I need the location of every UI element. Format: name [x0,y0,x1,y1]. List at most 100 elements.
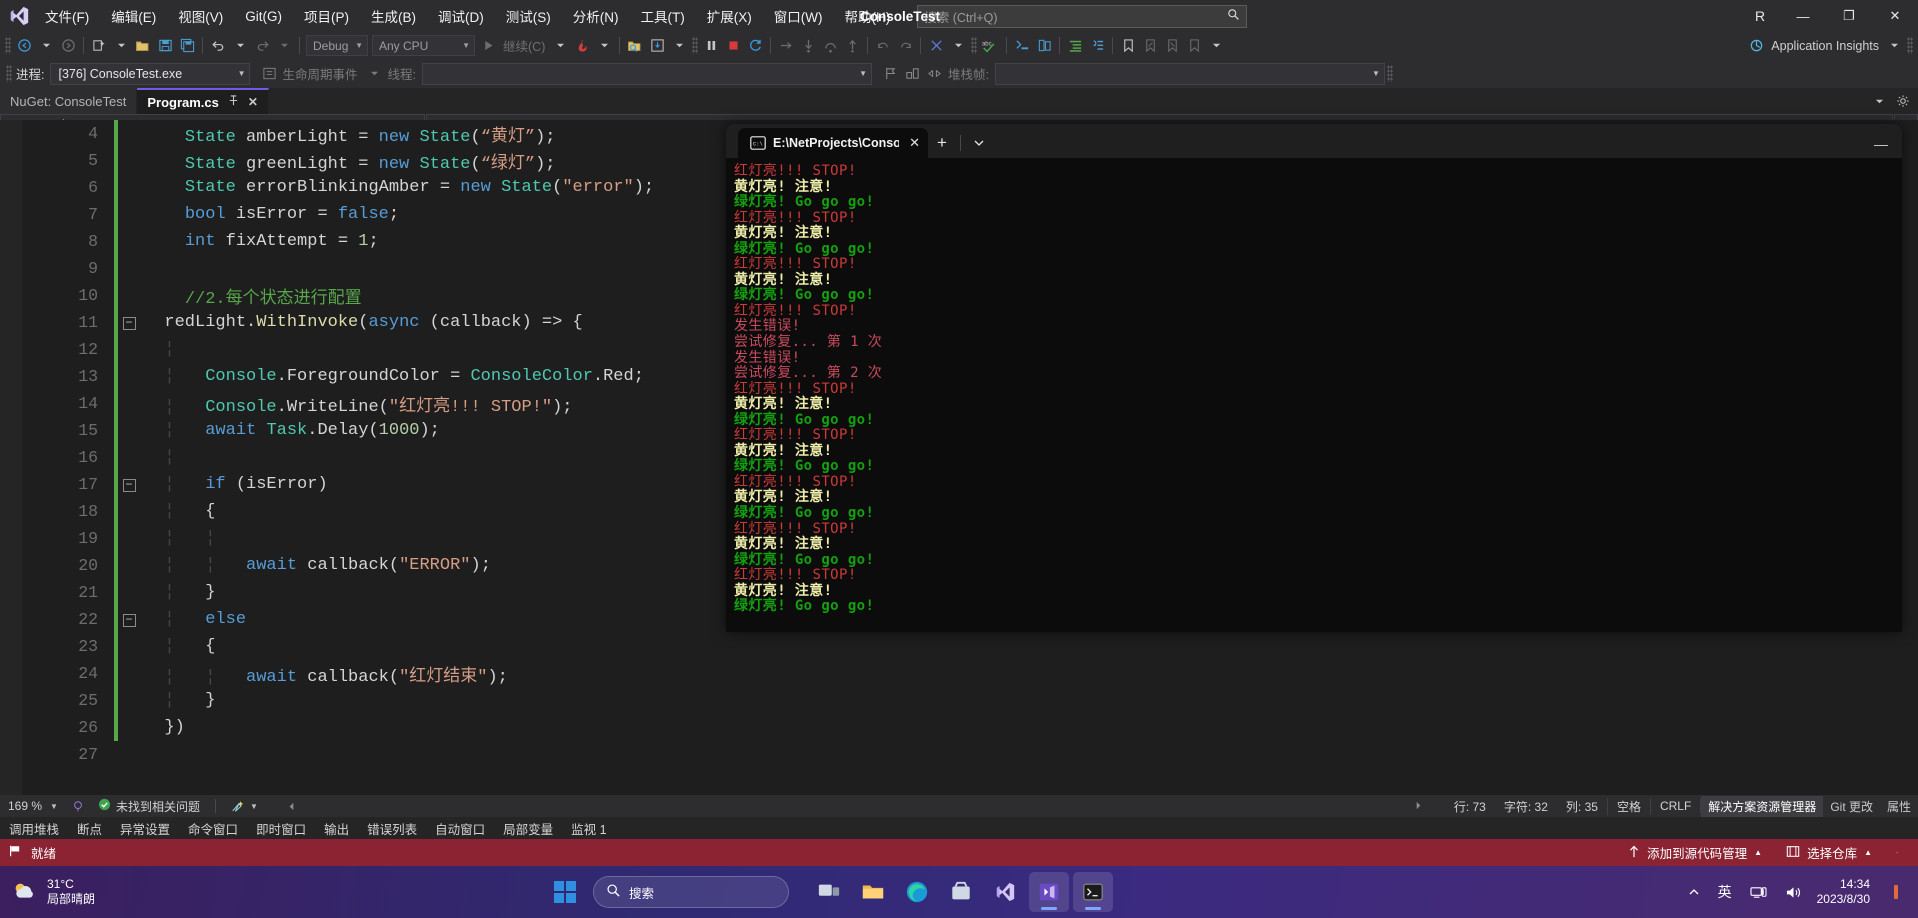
decrease-indent-icon[interactable] [1086,35,1108,57]
step-out-icon[interactable] [841,35,863,57]
menu-debug[interactable]: 调试(D) [427,0,495,32]
code-text[interactable]: State errorBlinkingAmber = new State(″er… [140,178,654,197]
zoom-level-select[interactable]: 169 % ▼ [0,799,58,813]
toolbar-overflow-icon[interactable] [1205,35,1227,57]
code-text[interactable]: ¦ else [140,610,246,629]
taskbar-app-edge-icon[interactable] [897,872,937,912]
code-text[interactable]: ¦ ¦ await callback(″红灯结束″); [140,661,508,687]
thread-select[interactable]: ▼ [421,62,872,85]
redo-dropdown-icon[interactable] [273,35,295,57]
flag-thread-icon[interactable] [880,63,902,85]
code-text[interactable]: ¦ if (isError) [140,475,327,494]
new-terminal-tab-icon[interactable]: + [928,128,956,158]
tray-expand-icon[interactable] [1679,872,1709,912]
tool-window-tab-7[interactable]: 自动窗口 [426,819,494,838]
toolbar-grip[interactable] [1907,37,1913,54]
tool-window-tab-2[interactable]: 异常设置 [111,819,179,838]
code-line[interactable]: 23 ¦ { [0,633,1918,660]
terminal-tab[interactable]: C:\ E:\NetProjects\ConsoleTest\C ✕ [738,128,928,158]
tab-program-cs[interactable]: Program.cs ✕ [137,88,269,114]
close-tab-icon[interactable]: ✕ [248,95,258,109]
tool-window-tab-0[interactable]: 调用堆栈 [0,819,68,838]
terminal-minimize-icon[interactable]: — [1874,136,1888,152]
toolbar-grip[interactable] [6,65,12,82]
code-line[interactable]: 24 ¦ ¦ await callback(″红灯结束″); [0,660,1918,687]
code-text[interactable]: ¦ Console.ForegroundColor = ConsoleColor… [140,367,644,386]
fold-toggle-icon[interactable]: − [118,477,140,492]
taskbar-app-terminal-icon[interactable] [1073,872,1113,912]
notification-center-icon[interactable] [1880,872,1912,912]
code-text[interactable]: bool isError = false; [140,205,399,224]
ime-language-indicator[interactable]: 英 [1709,872,1741,912]
terminal-output[interactable]: 红灯亮!!! STOP! 黄灯亮! 注意! 绿灯亮! Go go go! 红灯亮!!!… [726,158,1902,615]
editor-vertical-scrollbar[interactable] [1902,120,1918,795]
code-text[interactable]: redLight.WithInvoke(async (callback) => … [140,313,582,332]
step-into-icon[interactable] [797,35,819,57]
code-text[interactable]: ¦ Console.WriteLine(″红灯亮!!! STOP!″); [140,391,572,417]
toolbar-grip[interactable] [692,37,699,54]
platform-select[interactable]: Any CPU ▼ [372,35,475,56]
stackframe-select[interactable]: ▼ [994,62,1385,85]
pin-tab-icon[interactable] [228,95,239,109]
increase-indent-icon[interactable] [1064,35,1086,57]
restart-icon[interactable] [744,35,766,57]
navigate-backward-icon[interactable] [13,35,35,57]
code-text[interactable]: ¦ await Task.Delay(1000); [140,421,440,440]
toggle-bookmark-icon[interactable] [1117,35,1139,57]
step-over-icon[interactable] [819,35,841,57]
code-line[interactable]: 25 ¦ } [0,687,1918,714]
comment-selection-icon[interactable] [1011,35,1033,57]
attach-process-icon[interactable] [624,35,646,57]
save-icon[interactable] [154,35,176,57]
tool-window-tab-8[interactable]: 局部变量 [494,819,562,838]
application-insights-icon[interactable] [1745,35,1767,57]
code-line[interactable]: 27 [0,741,1918,768]
step-backward-icon[interactable] [872,35,894,57]
continue-dropdown-icon[interactable] [549,35,571,57]
menu-edit[interactable]: 编辑(E) [100,0,167,32]
notifications-button[interactable] [1884,840,1910,866]
code-line[interactable]: 26 }) [0,714,1918,741]
network-icon[interactable] [1741,872,1776,912]
show-next-statement-icon[interactable] [775,35,797,57]
fold-toggle-icon[interactable]: − [118,315,140,330]
build-configuration-select[interactable]: Debug ▼ [306,35,368,56]
undo-icon[interactable] [207,35,229,57]
taskbar-app-visual-studio-icon[interactable] [1029,872,1069,912]
uncomment-selection-icon[interactable] [1033,35,1055,57]
code-text[interactable]: ¦ ¦ [140,529,215,548]
process-select[interactable]: [376] ConsoleTest.exe ▼ [50,62,251,85]
issues-status[interactable]: 未找到相关问题 [91,798,207,815]
menu-git[interactable]: Git(G) [234,3,293,30]
navigate-backward-dropdown-icon[interactable] [35,35,57,57]
tool-window-tab-6[interactable]: 错误列表 [358,819,426,838]
menu-tools[interactable]: 工具(T) [630,0,696,32]
open-file-icon[interactable] [132,35,154,57]
code-text[interactable]: ¦ [140,448,174,467]
lifecycle-dropdown-icon[interactable] [364,63,386,85]
code-text[interactable]: State amberLight = new State(“黄灯”); [140,121,556,147]
step-into-specific-icon[interactable] [646,35,668,57]
tool-window-tab-5[interactable]: 输出 [315,819,358,838]
close-button[interactable]: ✕ [1872,0,1918,32]
code-analysis-icon[interactable] [58,800,91,812]
taskbar-app-visual-studio-code-icon[interactable] [985,872,1025,912]
continue-label[interactable]: 继续(C) [499,36,549,55]
taskbar-app-store-icon[interactable] [941,872,981,912]
menu-window[interactable]: 窗口(W) [763,0,834,32]
redo-icon[interactable] [251,35,273,57]
taskbar-weather-widget[interactable]: 31°C 局部晴朗 [0,877,95,907]
dock-tab-git-changes[interactable]: Git 更改 [1823,796,1880,817]
previous-bookmark-icon[interactable] [1139,35,1161,57]
application-insights-label[interactable]: Application Insights [1767,39,1883,53]
maximize-button[interactable]: ❐ [1826,0,1872,32]
code-text[interactable]: ¦ [140,340,174,359]
intellicode-dropdown-icon[interactable] [947,35,969,57]
tool-window-tab-1[interactable]: 断点 [68,819,111,838]
close-terminal-tab-icon[interactable]: ✕ [909,135,920,151]
intellicode-icon[interactable] [925,35,947,57]
minimize-button[interactable]: — [1780,0,1826,32]
clear-bookmarks-icon[interactable] [1183,35,1205,57]
new-project-dropdown-icon[interactable] [110,35,132,57]
code-text[interactable]: //2.每个状态进行配置 [140,283,362,309]
